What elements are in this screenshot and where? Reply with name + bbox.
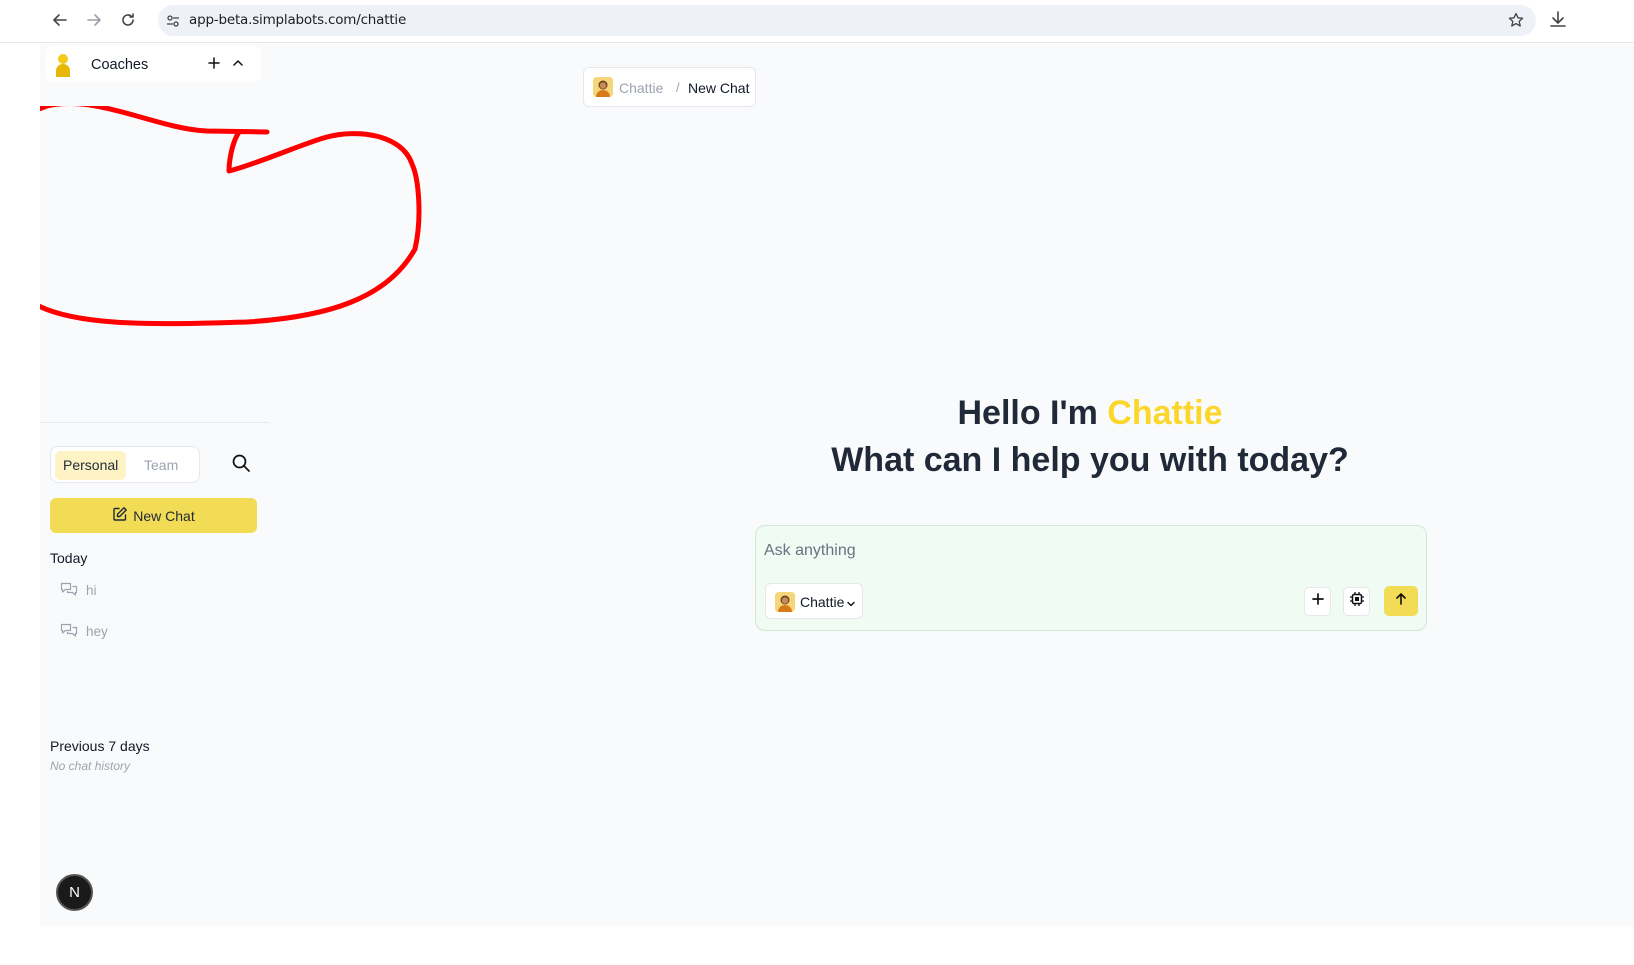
forward-arrow-icon[interactable]: [82, 8, 106, 32]
greeting-line-2: What can I help you with today?: [831, 441, 1349, 479]
download-icon[interactable]: [1548, 9, 1570, 31]
send-button[interactable]: [1384, 586, 1418, 616]
arrow-up-icon: [1394, 592, 1408, 611]
site-settings-icon[interactable]: [164, 12, 182, 30]
chat-history-item[interactable]: hi: [60, 579, 97, 601]
add-coach-icon[interactable]: [206, 55, 222, 71]
app-container: Coaches Personal Team New Chat Today hi …: [40, 44, 1634, 926]
edit-icon: [112, 506, 128, 525]
chattie-avatar: [593, 77, 613, 97]
toggle-team[interactable]: Team: [136, 451, 186, 480]
url-text[interactable]: app-beta.simplabots.com/chattie: [189, 12, 406, 28]
breadcrumb-current-page: New Chat: [688, 80, 750, 96]
plus-icon: [1311, 592, 1325, 611]
toggle-personal[interactable]: Personal: [55, 451, 127, 480]
chat-title: hi: [86, 582, 97, 598]
previous-7-days-heading: Previous 7 days: [50, 738, 150, 754]
welcome-heading: Hello I'm Chattie What can I help you wi…: [600, 390, 1580, 484]
breadcrumb: Chattie / New Chat: [583, 67, 756, 107]
agent-selector[interactable]: Chattie: [765, 583, 863, 619]
dev-tools-badge[interactable]: N: [56, 874, 93, 911]
chat-title: hey: [86, 623, 108, 639]
workspace-toggle: Personal Team: [50, 446, 200, 483]
bookmark-star-icon[interactable]: [1506, 10, 1526, 30]
coach-figure-icon: [54, 53, 74, 77]
chat-bubbles-icon: [60, 581, 78, 600]
back-arrow-icon[interactable]: [48, 8, 72, 32]
sidebar-divider: [40, 422, 269, 423]
cpu-chip-icon: [1349, 591, 1365, 612]
greeting-line-1: Hello I'm Chattie: [600, 390, 1580, 437]
chattie-avatar: [775, 592, 795, 612]
chat-history-item[interactable]: hey: [60, 620, 108, 642]
red-annotation-scribble: [40, 106, 422, 327]
today-heading: Today: [50, 550, 88, 566]
greeting-bot-name: Chattie: [1107, 394, 1223, 432]
chat-bubbles-icon: [60, 622, 78, 641]
new-chat-button[interactable]: New Chat: [50, 498, 257, 533]
chevron-down-icon: [846, 596, 856, 607]
message-input[interactable]: Ask anything: [764, 542, 856, 560]
browser-toolbar: app-beta.simplabots.com/chattie: [0, 0, 1634, 43]
no-history-text: No chat history: [50, 759, 131, 773]
chat-composer: Ask anything Chattie: [755, 525, 1427, 631]
agent-name: Chattie: [800, 594, 845, 610]
breadcrumb-bot-link[interactable]: Chattie: [619, 80, 663, 96]
model-chip-button[interactable]: [1343, 587, 1370, 616]
coaches-label: Coaches: [91, 57, 149, 73]
greeting-prefix: Hello I'm: [957, 394, 1108, 432]
attach-button[interactable]: [1304, 587, 1331, 616]
new-chat-label: New Chat: [133, 507, 195, 524]
window-bottom-edge: [0, 926, 1634, 965]
chevron-up-icon[interactable]: [230, 55, 246, 71]
breadcrumb-separator: /: [676, 80, 680, 95]
reload-icon[interactable]: [116, 8, 140, 32]
address-bar[interactable]: app-beta.simplabots.com/chattie: [158, 5, 1536, 36]
coaches-header[interactable]: Coaches: [46, 46, 261, 82]
search-icon[interactable]: [230, 452, 252, 474]
